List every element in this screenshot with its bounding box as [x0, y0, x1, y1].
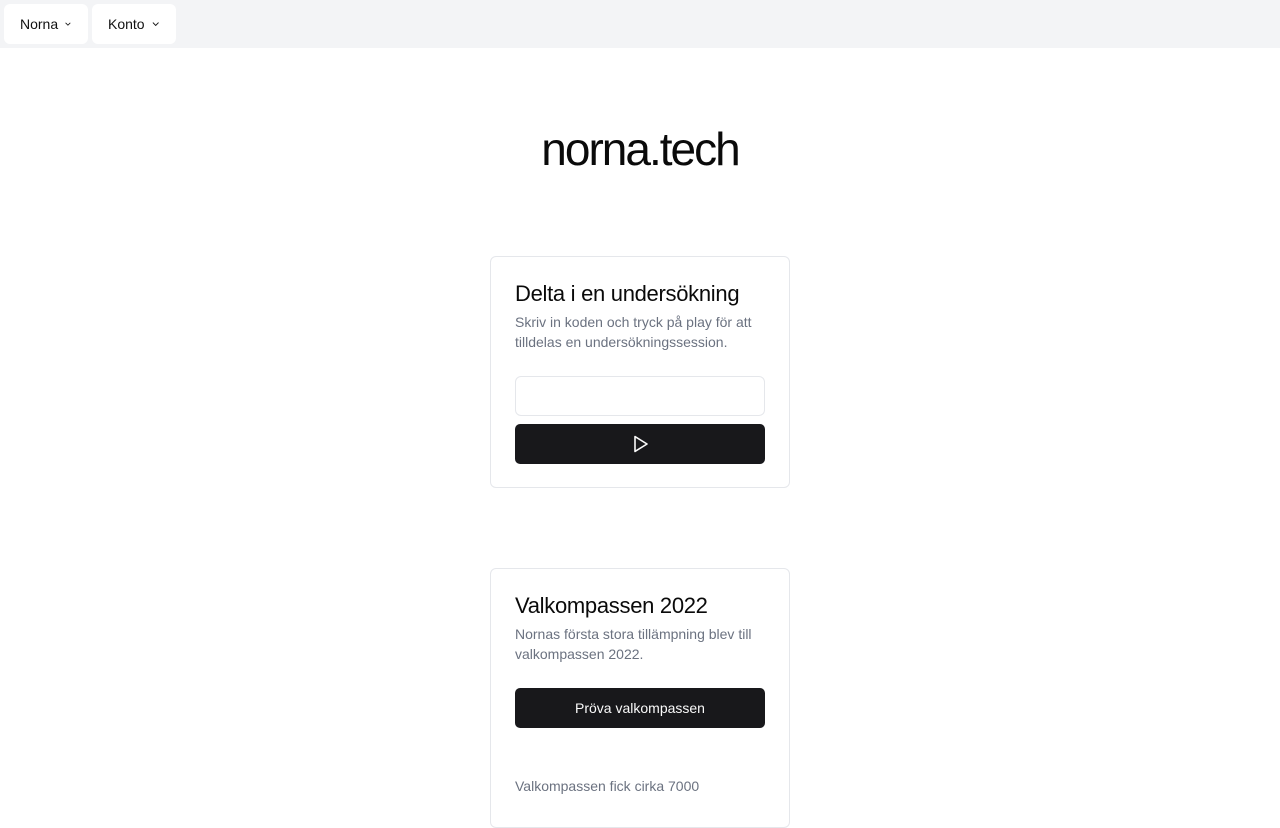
join-survey-card: Delta i en undersökning Skriv in koden o…: [490, 256, 790, 488]
join-survey-title: Delta i en undersökning: [515, 281, 740, 306]
nav-menu-konto-label: Konto: [108, 16, 145, 32]
valkompass-footer-text: Valkompassen fick cirka 7000: [515, 778, 700, 794]
chevron-down-icon: [65, 22, 71, 26]
chevron-down-icon: [152, 22, 159, 27]
valkompass-description: Nornas första stora tillämpning blev til…: [515, 626, 752, 662]
nav-menu-norna[interactable]: Norna: [4, 4, 88, 44]
valkompass-title: Valkompassen 2022: [515, 593, 708, 618]
valkompass-card: Valkompassen 2022 Nornas första stora ti…: [490, 568, 790, 828]
nav-menu-norna-label: Norna: [20, 16, 59, 32]
play-button[interactable]: [515, 424, 765, 464]
try-valkompass-button[interactable]: Pröva valkompassen: [515, 688, 765, 728]
brand-title: norna.tech: [541, 123, 740, 175]
survey-code-input[interactable]: [515, 376, 765, 416]
top-navigation-bar: Norna Konto: [0, 0, 1280, 48]
play-icon: [634, 435, 648, 453]
nav-menu-konto[interactable]: Konto: [92, 4, 176, 44]
join-survey-description: Skriv in koden och tryck på play för att…: [515, 314, 752, 350]
